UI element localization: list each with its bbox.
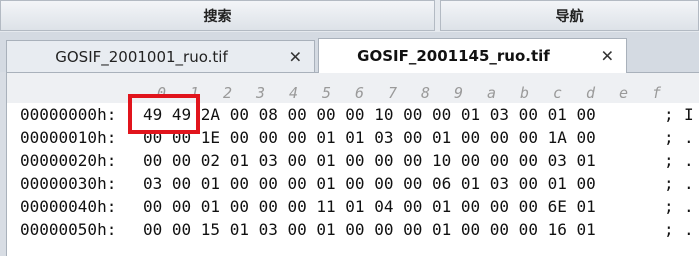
row-address: 00000040h: <box>20 197 117 216</box>
close-icon[interactable]: ✕ <box>289 47 302 66</box>
column-header: d <box>586 84 596 102</box>
column-ruler: 0123456789abcdef <box>7 73 699 103</box>
column-header: 3 <box>256 84 266 102</box>
row-ascii: . <box>684 151 694 170</box>
hex-row[interactable]: 00000020h: 00 00 02 01 03 00 01 00 00 00 … <box>7 149 699 172</box>
column-header: 2 <box>223 84 233 102</box>
row-separator: ; <box>664 105 674 124</box>
hex-row[interactable]: 00000040h: 00 00 01 00 00 00 11 01 04 00 … <box>7 195 699 218</box>
tab-gosif-2001001[interactable]: GOSIF_2001001_ruo.tif ✕ <box>6 40 315 72</box>
row-bytes: 00 00 01 00 00 00 11 01 04 00 01 00 00 0… <box>143 197 596 216</box>
row-separator: ; <box>664 128 674 147</box>
tab-gosif-2001145[interactable]: GOSIF_2001145_ruo.tif ✕ <box>318 38 627 73</box>
column-header: f <box>652 84 662 102</box>
tab-title: GOSIF_2001145_ruo.tif <box>357 47 550 65</box>
row-ascii: . <box>684 128 694 147</box>
row-separator: ; <box>664 174 674 193</box>
column-header: b <box>520 84 530 102</box>
navigation-button-label: 导航 <box>555 8 584 25</box>
row-separator: ; <box>664 151 674 170</box>
column-header: 5 <box>322 84 332 102</box>
search-button-label: 搜索 <box>203 8 232 25</box>
column-header: 6 <box>355 84 365 102</box>
close-icon[interactable]: ✕ <box>601 47 614 66</box>
tab-title: GOSIF_2001001_ruo.tif <box>55 47 228 66</box>
column-header: a <box>487 84 497 102</box>
row-address: 00000010h: <box>20 128 117 147</box>
row-address: 00000000h: <box>20 105 117 124</box>
column-header: 4 <box>289 84 299 102</box>
hex-row[interactable]: 00000000h: 49 49 2A 00 08 00 00 00 10 00 … <box>7 103 699 126</box>
row-address: 00000030h: <box>20 174 117 193</box>
row-ascii: . <box>684 174 694 193</box>
column-header: e <box>619 84 629 102</box>
top-toolbar: 搜索 导航 <box>0 0 699 33</box>
row-bytes: 00 00 15 01 03 00 01 00 00 00 01 00 00 0… <box>143 220 596 239</box>
row-separator: ; <box>664 220 674 239</box>
row-bytes: 00 00 1E 00 00 00 01 01 03 00 01 00 00 0… <box>143 128 596 147</box>
hex-row[interactable]: 00000030h: 03 00 01 00 00 00 01 00 00 00 … <box>7 172 699 195</box>
hex-row[interactable]: 00000010h: 00 00 1E 00 00 00 01 01 03 00 … <box>7 126 699 149</box>
row-address: 00000050h: <box>20 220 117 239</box>
row-ascii: I <box>684 105 694 124</box>
row-bytes: 00 00 02 01 03 00 01 00 00 00 10 00 00 0… <box>143 151 596 170</box>
hex-editor[interactable]: 0123456789abcdef 00000000h: 49 49 2A 00 0… <box>6 72 699 256</box>
navigation-button[interactable]: 导航 <box>440 0 699 31</box>
row-bytes: 49 49 2A 00 08 00 00 00 10 00 00 01 03 0… <box>143 105 596 124</box>
column-header: 9 <box>454 84 464 102</box>
highlight-box <box>128 94 200 134</box>
hex-row[interactable]: 00000050h: 00 00 15 01 03 00 01 00 00 00 … <box>7 218 699 241</box>
column-header: c <box>553 84 563 102</box>
row-ascii: . <box>684 197 694 216</box>
row-ascii: . <box>684 220 694 239</box>
row-separator: ; <box>664 197 674 216</box>
search-button[interactable]: 搜索 <box>0 0 435 31</box>
file-tab-strip: GOSIF_2001001_ruo.tif ✕ GOSIF_2001145_ru… <box>0 32 699 73</box>
row-bytes: 03 00 01 00 00 00 01 00 00 00 06 01 03 0… <box>143 174 596 193</box>
column-header: 8 <box>421 84 431 102</box>
row-address: 00000020h: <box>20 151 117 170</box>
hex-rows: 00000000h: 49 49 2A 00 08 00 00 00 10 00 … <box>7 103 699 241</box>
column-header: 7 <box>388 84 398 102</box>
